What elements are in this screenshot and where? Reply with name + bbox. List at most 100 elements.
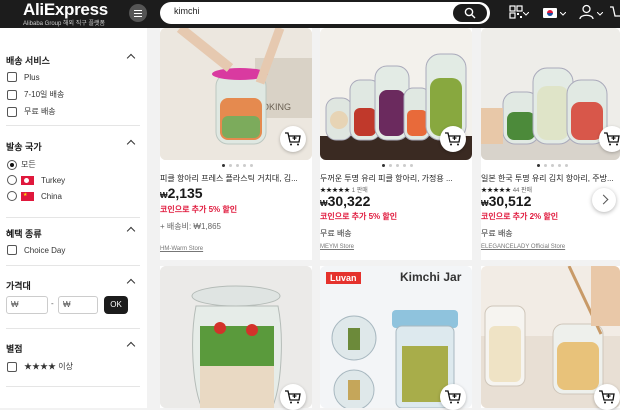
price-dash: - bbox=[51, 299, 54, 308]
option-label: 7-10일 배송 bbox=[24, 90, 65, 99]
cart-plus-icon bbox=[599, 390, 615, 404]
add-to-cart-button[interactable] bbox=[440, 384, 466, 410]
store-link[interactable]: MEYM Store bbox=[320, 244, 354, 250]
checkbox[interactable] bbox=[7, 245, 17, 255]
country-filter-title: 발송 국가 bbox=[6, 142, 42, 152]
coin-discount: 코인으로 추가 5% 할인 bbox=[160, 205, 238, 214]
product-price: ₩30,322 bbox=[320, 193, 371, 209]
divider bbox=[6, 125, 140, 126]
chevron-down-icon bbox=[597, 12, 603, 16]
menu-icon[interactable] bbox=[129, 4, 147, 22]
chevron-down-icon bbox=[560, 12, 566, 16]
filter-option-7-10[interactable]: 7-10일 배송 bbox=[7, 89, 64, 100]
add-to-cart-button[interactable] bbox=[599, 126, 620, 152]
image-carousel-dots[interactable] bbox=[222, 164, 253, 167]
top-bar: AliExpress Alibaba Group 해외 직구 플랫폼 kimch… bbox=[0, 0, 620, 28]
search-icon bbox=[464, 7, 476, 19]
product-card[interactable]: 두꺼운 투명 유리 피클 항아리, 가정용 ... ★★★★★ 1 판매 ₩30… bbox=[320, 28, 472, 260]
shipping-fee: 무료 배송 bbox=[320, 229, 352, 238]
shipping-filter: 배송 서비스 bbox=[6, 53, 140, 67]
option-label: Plus bbox=[24, 72, 40, 82]
price-ok-button[interactable]: OK bbox=[104, 296, 128, 314]
image-carousel-dots[interactable] bbox=[382, 164, 413, 167]
rating-filter: 별점 bbox=[6, 341, 140, 355]
user-icon[interactable] bbox=[579, 4, 594, 20]
product-title[interactable]: 일본 한국 투명 유리 김치 항아리, 주방... bbox=[481, 173, 620, 184]
option-label: Choice Day bbox=[24, 245, 66, 255]
product-image[interactable]: OKING bbox=[160, 28, 312, 160]
product-price: ₩30,512 bbox=[481, 193, 532, 209]
product-card[interactable]: Luvan Kimchi Jar bbox=[320, 266, 472, 410]
filter-option-free-shipping[interactable]: 무료 배송 bbox=[7, 106, 56, 117]
checkbox[interactable] bbox=[7, 72, 17, 82]
checkbox[interactable] bbox=[7, 361, 17, 372]
product-price: ₩2,135 bbox=[160, 185, 203, 201]
radio[interactable] bbox=[7, 191, 17, 201]
brand-badge: Luvan bbox=[326, 272, 361, 284]
price-filter: 가격대 bbox=[6, 278, 140, 292]
price-filter-title: 가격대 bbox=[6, 281, 31, 291]
rating-filter-title: 별점 bbox=[6, 344, 23, 354]
divider bbox=[6, 217, 140, 218]
coin-discount: 코인으로 추가 5% 할인 bbox=[320, 212, 398, 221]
image-carousel-dots[interactable] bbox=[537, 164, 568, 167]
aliexpress-logo[interactable]: AliExpress bbox=[23, 0, 108, 20]
cart-plus-icon bbox=[604, 132, 620, 146]
radio-selected[interactable] bbox=[7, 159, 17, 170]
option-label: ★★★★ 이상 bbox=[24, 362, 73, 371]
flag-kr-icon[interactable] bbox=[543, 8, 557, 18]
add-to-cart-button[interactable] bbox=[280, 384, 306, 410]
add-to-cart-button[interactable] bbox=[280, 126, 306, 152]
coin-discount: 코인으로 추가 2% 할인 bbox=[481, 212, 559, 221]
product-title[interactable]: 피클 항아리 프레스 플라스틱 거치대, 김... bbox=[160, 173, 310, 184]
price-max-input[interactable]: ₩ bbox=[58, 296, 98, 314]
shipping-fee: 무료 배송 bbox=[481, 229, 513, 238]
option-label: 모든 bbox=[21, 160, 36, 169]
price-min-input[interactable]: ₩ bbox=[6, 296, 48, 314]
country-option-china[interactable]: ★ China bbox=[7, 191, 62, 201]
filter-option-plus[interactable]: Plus bbox=[7, 72, 40, 82]
cart-plus-icon bbox=[285, 390, 301, 404]
add-to-cart-button[interactable] bbox=[594, 384, 620, 410]
flag-turkey-icon bbox=[21, 175, 34, 185]
checkbox[interactable] bbox=[7, 89, 17, 100]
store-link[interactable]: HM-Warm Store bbox=[160, 246, 203, 252]
country-option-all[interactable]: 모든 bbox=[7, 159, 36, 170]
carousel-next-button[interactable] bbox=[592, 188, 616, 212]
product-image[interactable] bbox=[481, 28, 620, 160]
radio[interactable] bbox=[7, 175, 17, 185]
country-option-turkey[interactable]: Turkey bbox=[7, 175, 65, 185]
cart-plus-icon bbox=[285, 132, 301, 146]
cart-icon[interactable] bbox=[610, 5, 620, 19]
benefit-filter: 혜택 종류 bbox=[6, 226, 140, 240]
option-label: Turkey bbox=[41, 175, 66, 185]
option-label: China bbox=[41, 191, 62, 201]
search-input[interactable]: kimchi bbox=[174, 6, 200, 16]
chevron-down-icon bbox=[523, 12, 529, 16]
country-filter: 발송 국가 bbox=[6, 139, 140, 153]
product-card[interactable]: OKING 피클 항아리 프레스 플라스틱 거치대, 김... ₩2,135 코… bbox=[160, 28, 312, 260]
product-card[interactable] bbox=[481, 266, 620, 410]
product-image[interactable] bbox=[320, 28, 472, 160]
checkbox[interactable] bbox=[7, 106, 17, 117]
option-label: 무료 배송 bbox=[24, 107, 56, 116]
search-box[interactable]: kimchi bbox=[160, 2, 490, 24]
product-card[interactable]: 일본 한국 투명 유리 김치 항아리, 주방... ★★★★★ 44 판매 ₩3… bbox=[481, 28, 620, 260]
divider bbox=[6, 386, 140, 387]
filter-sidebar: 배송 서비스 Plus 7-10일 배송 무료 배송 발송 국가 모든 Turk… bbox=[0, 28, 147, 408]
filter-option-4-stars[interactable]: ★★★★ 이상 bbox=[7, 361, 73, 372]
shipping-fee: + 배송비: ₩1,865 bbox=[160, 222, 221, 231]
cart-plus-icon bbox=[445, 132, 461, 146]
product-title[interactable]: 두꺼운 투명 유리 피클 항아리, 가정용 ... bbox=[320, 173, 470, 184]
benefit-filter-title: 혜택 종류 bbox=[6, 229, 42, 239]
flag-china-icon: ★ bbox=[21, 191, 34, 201]
add-to-cart-button[interactable] bbox=[440, 126, 466, 152]
divider bbox=[6, 328, 140, 329]
store-link[interactable]: ELEGANCELADY Official Store bbox=[481, 244, 565, 250]
jar-label: Kimchi Jar bbox=[400, 270, 462, 284]
product-card[interactable] bbox=[160, 266, 312, 410]
filter-option-choice-day[interactable]: Choice Day bbox=[7, 245, 65, 255]
qr-icon[interactable] bbox=[509, 5, 523, 19]
divider bbox=[6, 265, 140, 266]
search-button[interactable] bbox=[453, 4, 487, 22]
